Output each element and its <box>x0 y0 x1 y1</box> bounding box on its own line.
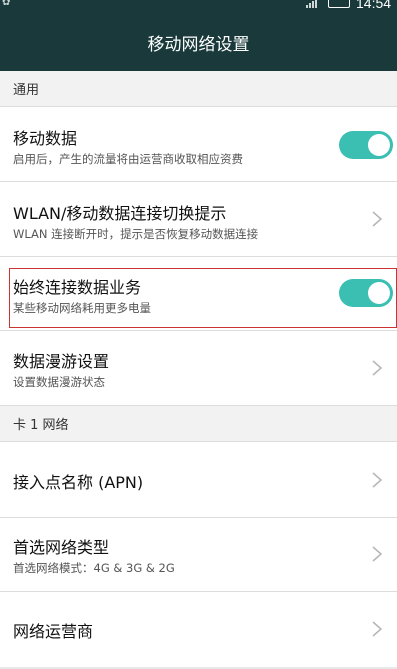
row-wlan-switch-prompt[interactable]: WLAN/移动数据连接切换提示 WLAN 连接断开时，提示是否恢复移动数据连接 <box>0 182 397 257</box>
row-title: 网络运营商 <box>13 622 94 641</box>
signal-icon <box>302 0 318 10</box>
notification-icon: ✿ <box>2 0 11 8</box>
row-always-on-data[interactable]: 始终连接数据业务 某些移动网络耗用更多电量 <box>0 257 397 331</box>
chevron-right-icon <box>372 360 383 376</box>
section-header-sim1: 卡 1 网络 <box>0 406 397 442</box>
chevron-right-icon <box>372 211 383 227</box>
row-subtitle: 启用后，产生的流量将由运营商收取相应资费 <box>13 152 243 166</box>
row-title: WLAN/移动数据连接切换提示 <box>13 204 227 223</box>
row-subtitle: 设置数据漫游状态 <box>13 375 105 389</box>
row-apn[interactable]: 接入点名称 (APN) <box>0 442 397 518</box>
section-header-general: 通用 <box>0 71 397 107</box>
mobile-data-toggle[interactable] <box>339 131 393 159</box>
section-label: 通用 <box>13 83 40 98</box>
row-title: 移动数据 <box>13 129 78 148</box>
section-label: 卡 1 网络 <box>13 418 69 433</box>
row-data-roaming[interactable]: 数据漫游设置 设置数据漫游状态 <box>0 331 397 406</box>
toggle-knob <box>368 282 390 304</box>
row-title: 始终连接数据业务 <box>13 278 142 297</box>
row-subtitle: 首选网络模式：4G & 3G & 2G <box>13 561 175 575</box>
row-title: 首选网络类型 <box>13 538 110 557</box>
chevron-right-icon <box>372 621 383 637</box>
row-preferred-network-type[interactable]: 首选网络类型 首选网络模式：4G & 3G & 2G <box>0 518 397 592</box>
status-time: 14:54 <box>356 0 392 11</box>
row-network-operator[interactable]: 网络运营商 <box>0 592 397 667</box>
toggle-knob <box>368 134 390 156</box>
row-subtitle: WLAN 连接断开时，提示是否恢复移动数据连接 <box>13 227 259 241</box>
row-mobile-data[interactable]: 移动数据 启用后，产生的流量将由运营商收取相应资费 <box>0 107 397 182</box>
chevron-right-icon <box>372 472 383 488</box>
chevron-right-icon <box>372 546 383 562</box>
always-on-data-toggle[interactable] <box>339 279 393 307</box>
row-subtitle: 某些移动网络耗用更多电量 <box>13 301 151 315</box>
battery-icon <box>328 0 350 8</box>
row-title: 接入点名称 (APN) <box>13 473 144 492</box>
page-title: 移动网络设置 <box>147 35 250 55</box>
page-title-bar: 移动网络设置 <box>0 14 397 71</box>
status-bar: ✿ 14:54 <box>0 0 397 14</box>
row-title: 数据漫游设置 <box>13 352 110 371</box>
